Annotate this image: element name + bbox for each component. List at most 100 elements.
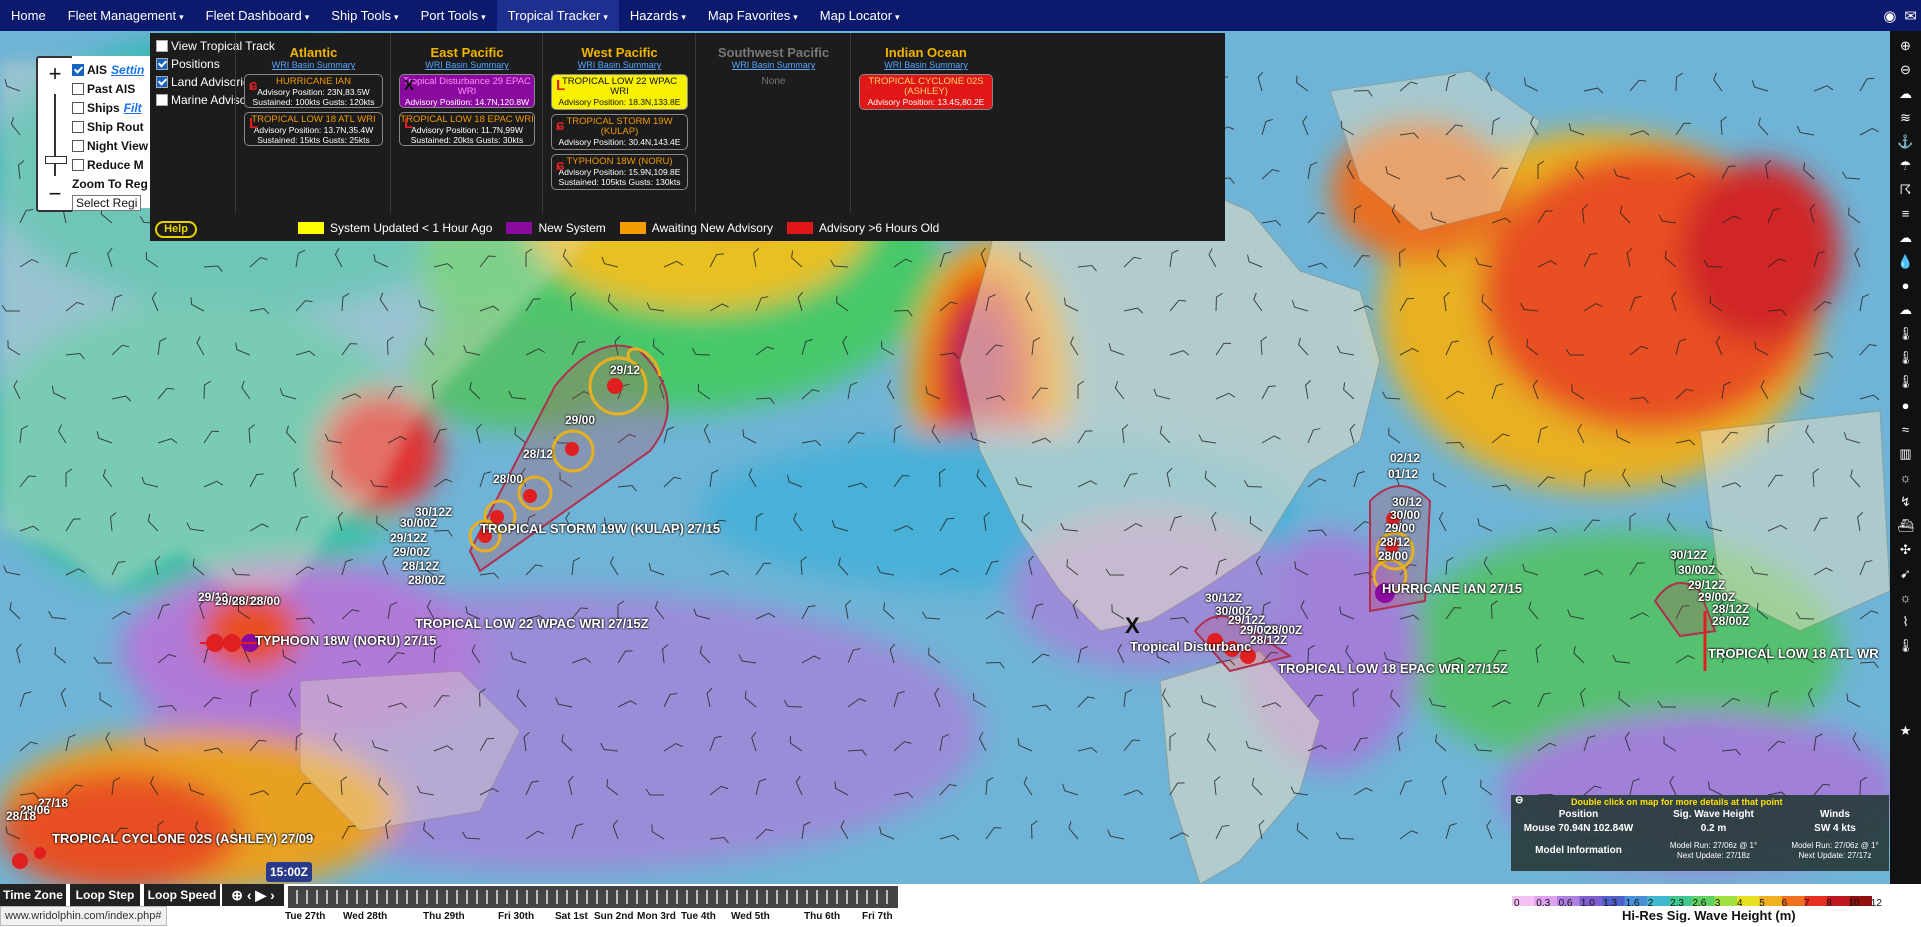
- day-label[interactable]: Fri 30th: [498, 911, 534, 922]
- thermometer-icon[interactable]: 🌡: [1896, 636, 1915, 655]
- day-label[interactable]: Mon 3rd: [637, 911, 676, 922]
- zoom-in-button[interactable]: +: [38, 60, 72, 88]
- storm-icon[interactable]: ☈: [1896, 180, 1915, 199]
- nav-item-map-locator[interactable]: Map Locator ▾: [809, 0, 911, 31]
- storm-card[interactable]: L TROPICAL LOW 18 ATL WRI Advisory Positio…: [244, 112, 383, 146]
- sun-icon[interactable]: ☼: [1896, 588, 1915, 607]
- filter-link[interactable]: Filt: [124, 101, 142, 115]
- day-label[interactable]: Fri 7th: [862, 911, 893, 922]
- camera-icon[interactable]: ◉: [1883, 7, 1896, 25]
- ais-checkbox[interactable]: [72, 63, 84, 76]
- storm-card[interactable]: ɕ TYPHOON 18W (NORU) Advisory Position: 15…: [551, 154, 688, 190]
- nav-item-fleet-dashboard[interactable]: Fleet Dashboard ▾: [195, 0, 321, 31]
- label-kulap[interactable]: TROPICAL STORM 19W (KULAP) 27/15: [480, 521, 720, 536]
- basin-summary-link[interactable]: WRI Basin Summary: [236, 60, 391, 70]
- thermometer-icon[interactable]: 🌡: [1896, 372, 1915, 391]
- rain-icon[interactable]: ☂: [1896, 156, 1915, 175]
- zoom-out-button[interactable]: −: [38, 180, 72, 208]
- marine-advisories-checkbox[interactable]: [156, 94, 168, 106]
- storm-card[interactable]: L TROPICAL LOW 18 EPAC WRI Advisory Positi…: [399, 112, 535, 146]
- star-icon[interactable]: ★: [1896, 721, 1915, 740]
- basin-summary-link[interactable]: WRI Basin Summary: [851, 60, 1001, 70]
- loop-step-button[interactable]: Loop Step: [70, 884, 140, 906]
- day-label[interactable]: Thu 6th: [804, 911, 840, 922]
- drop-icon[interactable]: 💧: [1896, 252, 1915, 271]
- storm-card[interactable]: ɕ TROPICAL STORM 19W (KULAP) Advisory Posi…: [551, 114, 688, 150]
- play-icon[interactable]: ⊕: [231, 887, 243, 903]
- play-button-icon[interactable]: ▶: [255, 887, 266, 903]
- zoom-out-icon[interactable]: ⊖: [1896, 60, 1915, 79]
- basin-summary-link[interactable]: WRI Basin Summary: [391, 60, 543, 70]
- zoom-in-icon[interactable]: ⊕: [1896, 36, 1915, 55]
- basin-summary-link[interactable]: WRI Basin Summary: [696, 60, 851, 70]
- day-label[interactable]: Tue 4th: [681, 911, 716, 922]
- sun-icon[interactable]: ☼: [1896, 468, 1915, 487]
- cloud-icon[interactable]: ☁: [1896, 84, 1915, 103]
- step-forward-icon[interactable]: ›: [270, 887, 275, 903]
- drop-icon[interactable]: ●: [1896, 276, 1915, 295]
- settings-link[interactable]: Settin: [111, 63, 144, 77]
- reduce-checkbox[interactable]: [72, 158, 84, 171]
- storm-card[interactable]: X Tropical Disturbance 29 EPAC WRI Advisor…: [399, 74, 535, 108]
- loop-speed-button[interactable]: Loop Speed: [144, 884, 220, 906]
- positions-checkbox[interactable]: [156, 58, 168, 70]
- point-info-box: ⊖ Double click on map for more details a…: [1511, 795, 1889, 871]
- day-label[interactable]: Wed 5th: [731, 911, 770, 922]
- nav-item-ship-tools[interactable]: Ship Tools ▾: [320, 0, 409, 31]
- nav-item-port-tools[interactable]: Port Tools ▾: [410, 0, 497, 31]
- time-slider[interactable]: [288, 886, 898, 908]
- thermometer-icon[interactable]: 🌡: [1896, 348, 1915, 367]
- wave-icon[interactable]: ≈: [1896, 420, 1915, 439]
- cloud-rain-icon[interactable]: ☁: [1896, 228, 1915, 247]
- gauge-icon[interactable]: ▥: [1896, 444, 1915, 463]
- help-button[interactable]: Help: [155, 221, 197, 238]
- wind-arrow-icon[interactable]: ➹: [1896, 564, 1915, 583]
- time-zone-button[interactable]: Time Zone: [0, 884, 66, 906]
- nav-item-fleet-management[interactable]: Fleet Management ▾: [57, 0, 195, 31]
- zoom-slider-handle[interactable]: [45, 156, 67, 164]
- label-ian[interactable]: HURRICANE IAN 27/15: [1382, 581, 1522, 596]
- region-select[interactable]: Select Regi: [72, 194, 142, 211]
- mail-icon[interactable]: ✉: [1904, 7, 1917, 25]
- day-label[interactable]: Tue 27th: [285, 911, 325, 922]
- thermometer-icon[interactable]: 🌡: [1896, 324, 1915, 343]
- land-advisories-checkbox[interactable]: [156, 76, 168, 88]
- past-ais-checkbox[interactable]: [72, 82, 84, 95]
- basin-summary-link[interactable]: WRI Basin Summary: [543, 60, 696, 70]
- day-label[interactable]: Thu 29th: [423, 911, 465, 922]
- label-atl-low[interactable]: TROPICAL LOW 18 ATL WR: [1708, 646, 1879, 661]
- storm-card[interactable]: ɕ HURRICANE IAN Advisory Position: 23N,83.…: [244, 74, 383, 108]
- model-information-button[interactable]: Model Information: [1511, 845, 1646, 856]
- tornado-icon[interactable]: ⌇: [1896, 612, 1915, 631]
- wind-icon[interactable]: ≋: [1896, 108, 1915, 127]
- ships-checkbox[interactable]: [72, 101, 84, 114]
- anchor-icon[interactable]: ⚓: [1896, 132, 1915, 151]
- fog-icon[interactable]: ≡: [1896, 204, 1915, 223]
- nav-item-home[interactable]: Home: [0, 0, 57, 31]
- day-label[interactable]: Sat 1st: [555, 911, 588, 922]
- position-value: Mouse 70.94N 102.84W: [1523, 823, 1634, 834]
- collapse-icon[interactable]: ⊖: [1515, 795, 1523, 806]
- nav-item-tropical-tracker[interactable]: Tropical Tracker ▾: [496, 0, 619, 31]
- day-label[interactable]: Sun 2nd: [594, 911, 633, 922]
- chevron-down-icon: ▾: [304, 12, 310, 22]
- turbine-icon[interactable]: ✣: [1896, 540, 1915, 559]
- label-ashley[interactable]: TROPICAL CYCLONE 02S (ASHLEY) 27/09: [52, 831, 313, 846]
- cloud-icon[interactable]: ☁: [1896, 300, 1915, 319]
- view-tropical-track-checkbox[interactable]: [156, 40, 168, 52]
- label-disturbance[interactable]: Tropical Disturbanc: [1130, 639, 1251, 654]
- drop-icon[interactable]: ●: [1896, 396, 1915, 415]
- label-wpac-low[interactable]: TROPICAL LOW 22 WPAC WRI 27/15Z: [415, 616, 649, 631]
- current-icon[interactable]: ↯: [1896, 492, 1915, 511]
- ship-icon[interactable]: ⛴: [1896, 516, 1915, 535]
- label-epac-low[interactable]: TROPICAL LOW 18 EPAC WRI 27/15Z: [1278, 661, 1508, 676]
- ship-routes-checkbox[interactable]: [72, 120, 84, 133]
- nav-item-hazards[interactable]: Hazards ▾: [619, 0, 697, 31]
- storm-card[interactable]: ɕ TROPICAL CYCLONE 02S (ASHLEY) Advisory P…: [859, 74, 993, 110]
- label-noru[interactable]: TYPHOON 18W (NORU) 27/15: [255, 633, 436, 648]
- nav-item-map-favorites[interactable]: Map Favorites ▾: [697, 0, 809, 31]
- night-view-checkbox[interactable]: [72, 139, 84, 152]
- step-back-icon[interactable]: ‹: [247, 887, 252, 903]
- storm-card[interactable]: L TROPICAL LOW 22 WPAC WRI Advisory Positi…: [551, 74, 688, 110]
- day-label[interactable]: Wed 28th: [343, 911, 387, 922]
